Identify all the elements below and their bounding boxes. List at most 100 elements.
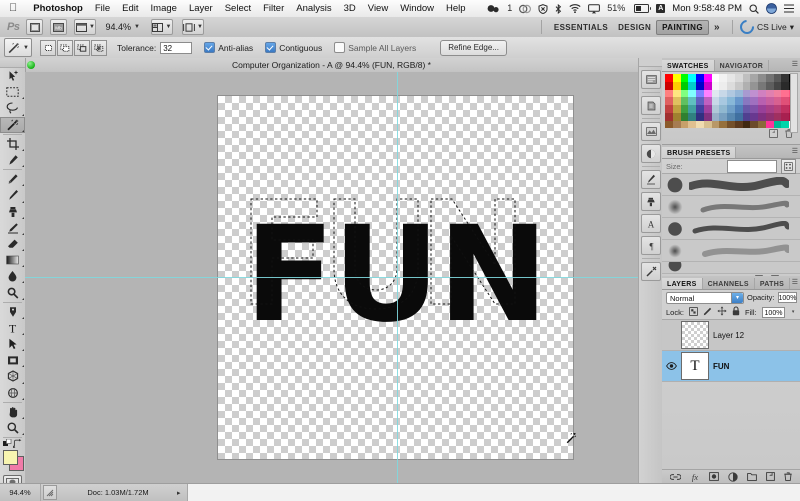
swatch-color[interactable]: [774, 90, 782, 98]
swatch-color[interactable]: [673, 82, 681, 90]
swatch-color[interactable]: [681, 113, 689, 121]
menu-image[interactable]: Image: [145, 3, 183, 14]
rectangular-marquee-tool[interactable]: [0, 84, 25, 100]
swatch-color[interactable]: [673, 121, 681, 129]
panel-menu-icon[interactable]: ☰: [792, 147, 797, 155]
brush-preset-list[interactable]: [662, 173, 800, 274]
layer-name[interactable]: Layer 12: [713, 331, 744, 340]
swatch-color[interactable]: [665, 90, 673, 98]
swatch-color[interactable]: [665, 121, 673, 129]
tab-swatches[interactable]: SWATCHES: [662, 60, 715, 71]
swatch-color[interactable]: [688, 113, 696, 121]
swatch-color[interactable]: [719, 113, 727, 121]
lasso-tool[interactable]: [0, 100, 25, 116]
swatch-color[interactable]: [735, 105, 743, 113]
swatch-color[interactable]: [681, 105, 689, 113]
brush-size-input[interactable]: [727, 160, 777, 173]
swatch-color[interactable]: [743, 105, 751, 113]
swatch-color[interactable]: [727, 90, 735, 98]
swatch-color[interactable]: [781, 97, 789, 105]
swatch-color[interactable]: [766, 113, 774, 121]
swatch-color[interactable]: [673, 90, 681, 98]
workspace-painting[interactable]: PAINTING: [656, 20, 709, 35]
swatch-color[interactable]: [774, 105, 782, 113]
swatch-color[interactable]: [719, 82, 727, 90]
shield-icon[interactable]: [538, 4, 548, 14]
layers-list[interactable]: Layer 12 T FUN: [662, 319, 800, 382]
adjustments-panel-icon[interactable]: [641, 122, 661, 141]
swatch-color[interactable]: [727, 113, 735, 121]
magic-wand-tool-icon[interactable]: ▼: [4, 38, 32, 57]
swatch-color[interactable]: [704, 105, 712, 113]
swatch-color[interactable]: [743, 90, 751, 98]
new-group-icon[interactable]: [747, 472, 757, 483]
crop-tool[interactable]: [0, 136, 25, 152]
3d-object-rotate-tool[interactable]: [0, 368, 25, 384]
refine-edge-button[interactable]: Refine Edge...: [440, 40, 507, 56]
table-row[interactable]: Layer 12: [662, 320, 800, 351]
sample-all-layers-checkbox[interactable]: [334, 42, 345, 53]
swatch-color[interactable]: [781, 105, 789, 113]
swatch-color[interactable]: [696, 74, 704, 82]
tab-layers[interactable]: LAYERS: [662, 278, 703, 289]
blur-tool[interactable]: [0, 268, 25, 284]
magic-wand-tool[interactable]: [0, 117, 25, 133]
swatch-color[interactable]: [735, 97, 743, 105]
swatch-color[interactable]: [719, 121, 727, 129]
status-expand-icon[interactable]: ▸: [177, 489, 181, 497]
swatch-color[interactable]: [781, 121, 789, 129]
layer-visibility-toggle[interactable]: [665, 328, 677, 342]
lock-transparent-pixels-icon[interactable]: [689, 307, 698, 318]
brush-panel-icon[interactable]: [641, 170, 661, 189]
swatch-color[interactable]: [774, 121, 782, 129]
swatch-color[interactable]: [681, 97, 689, 105]
swatch-color[interactable]: [758, 113, 766, 121]
menu-photoshop[interactable]: Photoshop: [27, 3, 89, 14]
swatch-color[interactable]: [758, 97, 766, 105]
history-brush-tool[interactable]: [0, 220, 25, 236]
swatch-color[interactable]: [735, 113, 743, 121]
swatch-color[interactable]: [750, 82, 758, 90]
brush-tool[interactable]: [0, 187, 25, 203]
swatch-color[interactable]: [712, 121, 720, 129]
swatch-color[interactable]: [688, 74, 696, 82]
menu-edit[interactable]: Edit: [116, 3, 144, 14]
clone-source-panel-icon[interactable]: [641, 192, 661, 211]
notification-count[interactable]: 1: [507, 4, 512, 13]
menu-analysis[interactable]: Analysis: [290, 3, 337, 14]
swatch-color[interactable]: [735, 121, 743, 129]
new-swatch-icon[interactable]: [769, 129, 778, 140]
swatch-color[interactable]: [712, 105, 720, 113]
layer-thumbnail[interactable]: T: [681, 352, 709, 380]
swatch-color[interactable]: [719, 74, 727, 82]
swatch-color[interactable]: [727, 82, 735, 90]
input-source-icon[interactable]: A: [656, 4, 665, 13]
swatch-color-grid[interactable]: [662, 72, 800, 128]
list-item[interactable]: [662, 218, 800, 240]
battery-icon[interactable]: [634, 4, 649, 13]
3d-camera-rotate-tool[interactable]: [0, 385, 25, 401]
swatch-color[interactable]: [681, 90, 689, 98]
swatch-color[interactable]: [766, 74, 774, 82]
apple-icon[interactable]: : [9, 3, 17, 14]
rectangle-shape-tool[interactable]: [0, 352, 25, 368]
path-selection-tool[interactable]: [0, 336, 25, 352]
blend-mode-select[interactable]: Normal ▾: [666, 292, 744, 304]
tab-navigator[interactable]: NAVIGATOR: [715, 60, 770, 71]
swatch-color[interactable]: [673, 74, 681, 82]
canvas-workspace[interactable]: FUN: [25, 72, 638, 483]
delete-layer-icon[interactable]: [784, 472, 792, 483]
notification-center-icon[interactable]: [784, 4, 794, 13]
swatch-color[interactable]: [712, 82, 720, 90]
swatch-color[interactable]: [743, 74, 751, 82]
swatch-color[interactable]: [735, 90, 743, 98]
move-tool[interactable]: [0, 68, 25, 84]
subtract-from-selection-icon[interactable]: [74, 40, 90, 56]
masks-panel-icon[interactable]: [641, 144, 661, 163]
swatch-color[interactable]: [781, 74, 789, 82]
swatch-color[interactable]: [696, 97, 704, 105]
swatch-color[interactable]: [696, 82, 704, 90]
workspace-essentials[interactable]: ESSENTIALS: [549, 21, 613, 34]
swatch-color[interactable]: [696, 121, 704, 129]
menu-filter[interactable]: Filter: [257, 3, 290, 14]
